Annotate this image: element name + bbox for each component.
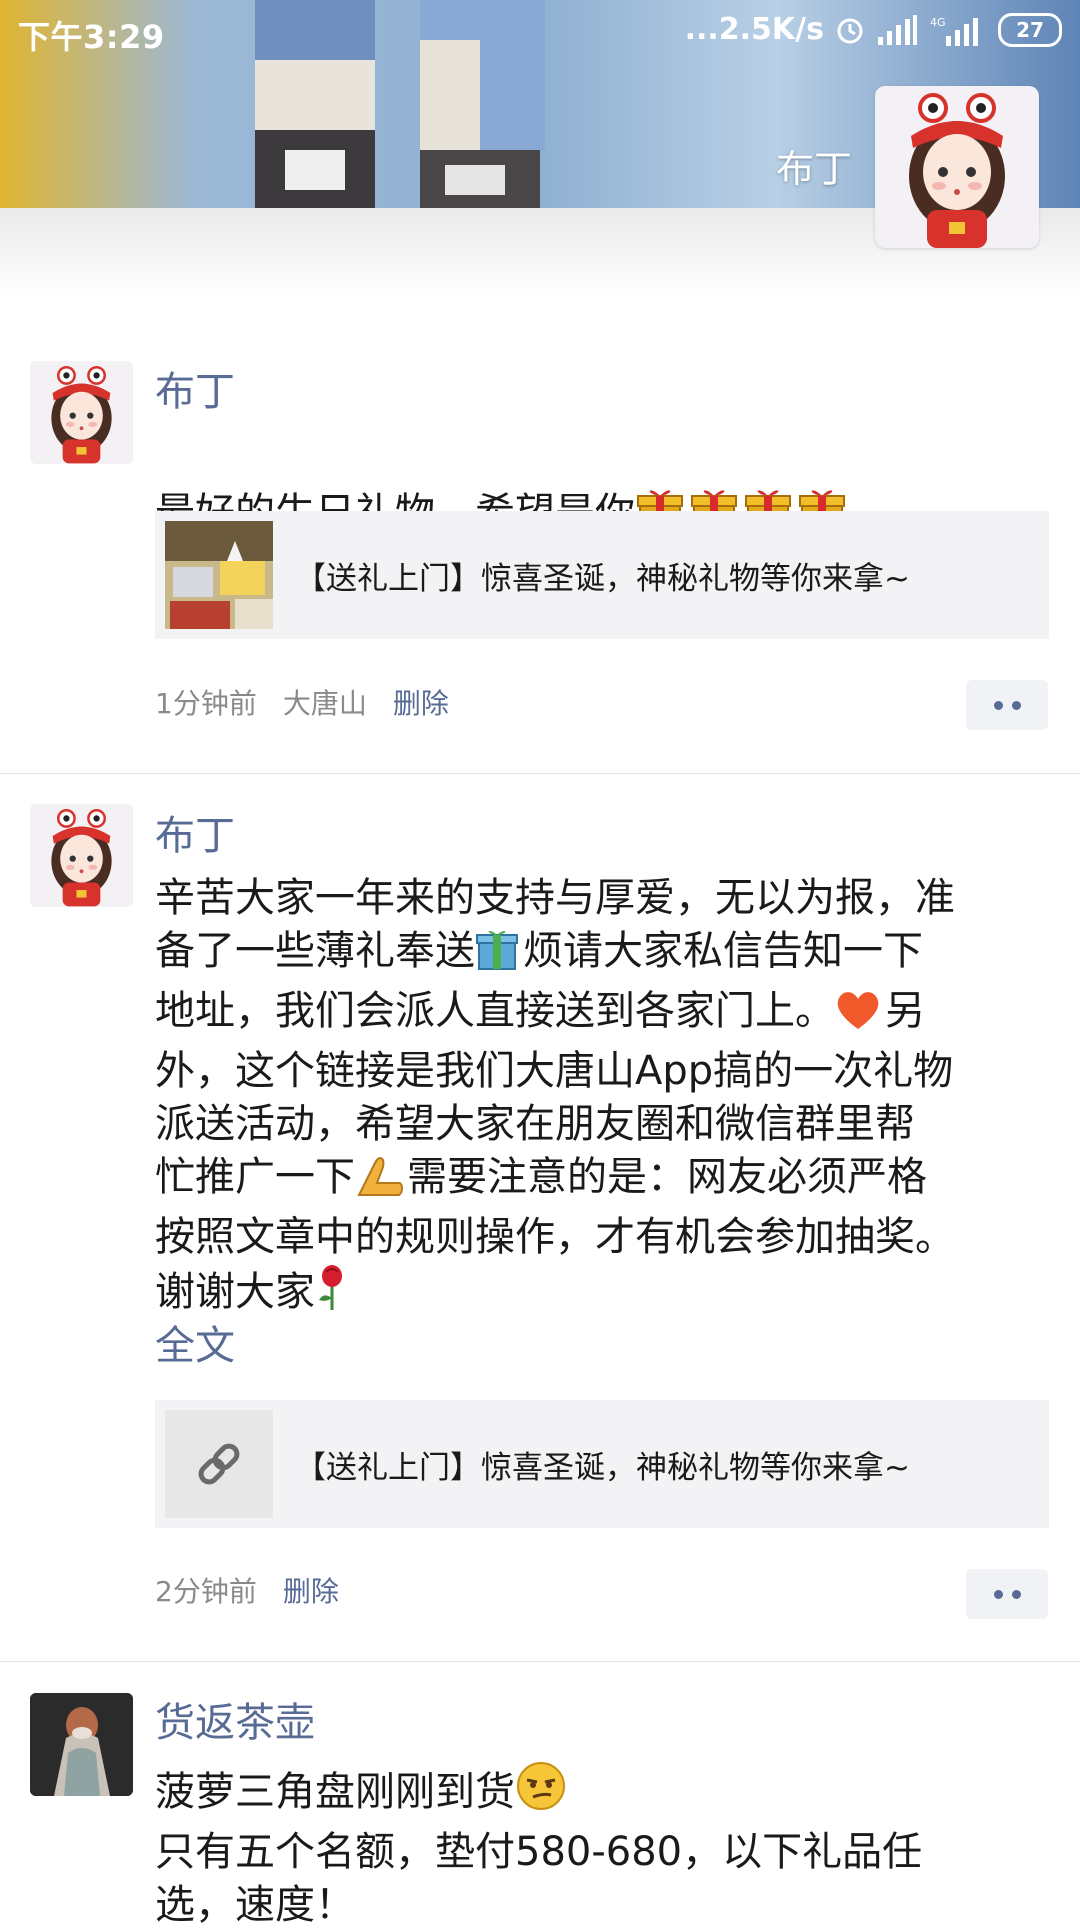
post-author[interactable]: 布丁 — [155, 810, 235, 862]
link-card-title: 【送礼上门】惊喜圣诞，神秘礼物等你来拿~ — [295, 1449, 910, 1486]
link-thumbnail — [165, 1410, 273, 1518]
teapot-figure-avatar-icon — [30, 1693, 133, 1796]
girl-avatar-icon — [51, 366, 112, 464]
cover-user-name: 布丁 — [775, 147, 852, 191]
praying-hands-icon — [355, 1153, 403, 1211]
post-meta: 1分钟前 大唐山 删除 — [155, 684, 475, 724]
rose-icon — [315, 1264, 349, 1326]
status-bar: 下午3:29 ...2.5K/s 4G 27 — [0, 0, 1080, 64]
status-time: 下午3:29 — [18, 18, 165, 56]
wrapped-gift-icon — [475, 927, 519, 985]
dot-icon — [1011, 700, 1021, 710]
dot-icon — [1011, 1589, 1021, 1599]
network-speed: ...2.5K/s — [684, 12, 824, 47]
more-actions-button[interactable] — [966, 680, 1048, 730]
battery-level: 27 — [1016, 17, 1044, 42]
post-avatar[interactable] — [30, 361, 133, 464]
battery-icon: 27 — [998, 12, 1062, 47]
link-card[interactable]: 【送礼上门】惊喜圣诞，神秘礼物等你来拿~ — [155, 1400, 1049, 1528]
post-time: 2分钟前 — [155, 1575, 257, 1608]
post-source[interactable]: 大唐山 — [283, 687, 367, 720]
gift-photo-thumbnail — [165, 521, 273, 629]
smirk-face-icon — [515, 1760, 567, 1826]
link-card-title: 【送礼上门】惊喜圣诞，神秘礼物等你来拿~ — [295, 560, 910, 597]
post-author[interactable]: 布丁 — [155, 366, 235, 418]
status-icons: ...2.5K/s 4G 27 — [685, 12, 1062, 47]
post-text-part: 只有五个名额，垫付580-680，以下礼品任 选，速度！ — [155, 1829, 923, 1928]
post-divider — [0, 1661, 1080, 1662]
link-icon — [198, 1443, 240, 1485]
post-text: 辛苦大家一年来的支持与厚爱，无以为报，准 备了一些薄礼奉送 烦请大家私信告知一下 … — [155, 872, 1035, 1326]
link-card[interactable]: 【送礼上门】惊喜圣诞，神秘礼物等你来拿~ — [155, 511, 1049, 639]
dot-icon — [993, 700, 1003, 710]
delete-button[interactable]: 删除 — [393, 687, 449, 720]
dot-icon — [993, 1589, 1003, 1599]
post-text: 菠萝三角盘刚刚到货 只有五个名额，垫付580-680，以下礼品任 选，速度！ — [155, 1760, 1035, 1932]
heart-icon — [835, 989, 881, 1045]
signal-icon — [876, 14, 918, 45]
profile-avatar[interactable] — [875, 86, 1039, 248]
svg-text:4G: 4G — [930, 16, 946, 29]
girl-avatar-icon — [51, 809, 112, 907]
post-meta: 2分钟前 删除 — [155, 1572, 365, 1612]
post-divider — [0, 773, 1080, 774]
delete-button[interactable]: 删除 — [283, 1575, 339, 1608]
post-avatar[interactable] — [30, 804, 133, 907]
signal-4g-icon: 4G — [928, 14, 988, 46]
post-avatar[interactable] — [30, 1693, 133, 1796]
girl-avatar-icon — [909, 93, 1005, 248]
more-actions-button[interactable] — [966, 1569, 1048, 1619]
post-text-part: 菠萝三角盘刚刚到货 — [155, 1769, 515, 1815]
alarm-icon — [834, 14, 866, 46]
post-time: 1分钟前 — [155, 687, 257, 720]
post-author[interactable]: 货返茶壶 — [155, 1697, 315, 1749]
full-text-link[interactable]: 全文 — [155, 1320, 235, 1372]
